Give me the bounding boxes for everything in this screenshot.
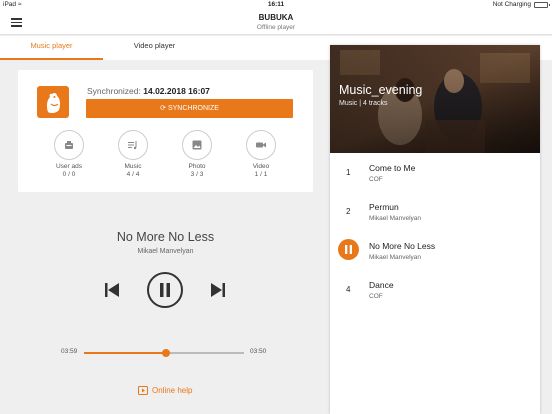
track-artist: Mikael Manvelyan bbox=[369, 254, 422, 261]
stat-label: Music bbox=[124, 163, 142, 170]
playlist-subtitle: Music | 4 tracks bbox=[339, 100, 388, 107]
app-logo bbox=[37, 86, 69, 118]
music-list-icon bbox=[128, 141, 137, 150]
app-subtitle: Offline player bbox=[256, 24, 296, 31]
now-playing-title: No More No Less bbox=[116, 230, 215, 244]
pause-icon bbox=[160, 283, 170, 297]
track-playing-indicator bbox=[338, 239, 359, 260]
charging-status: Not Charging bbox=[492, 1, 531, 8]
tab-music-player[interactable]: Music player bbox=[0, 36, 103, 60]
track-artist: COF bbox=[369, 176, 383, 183]
stat-count: 0 / 0 bbox=[62, 171, 76, 178]
elapsed-time: 03:59 bbox=[61, 348, 78, 355]
track-number: 2 bbox=[346, 207, 351, 216]
track-row[interactable]: 1 Come to Me COF bbox=[330, 153, 540, 191]
track-number: 4 bbox=[346, 285, 351, 294]
battery-icon bbox=[534, 1, 550, 8]
playlist-cover-image bbox=[330, 45, 540, 153]
user-ads-icon bbox=[65, 141, 73, 149]
sync-stats: User ads 0 / 0 Music 4 / 4 Photo 3 / 3 V… bbox=[18, 130, 313, 190]
stat-music[interactable]: Music 4 / 4 bbox=[108, 130, 158, 179]
playlist-title: Music_evening bbox=[339, 83, 423, 97]
track-artist: Mikael Manvelyan bbox=[369, 215, 422, 222]
track-title: Dance bbox=[369, 280, 394, 290]
refresh-icon: ⟳ bbox=[160, 105, 166, 112]
app-header: BUBUKA Offline player bbox=[0, 10, 552, 35]
video-camera-icon bbox=[256, 142, 266, 148]
stat-label: Photo bbox=[188, 163, 206, 170]
now-playing-artist: Mikael Manvelyan bbox=[137, 248, 194, 255]
sync-status: Synchronized: 14.02.2018 16:07 bbox=[87, 86, 210, 96]
stat-video[interactable]: Video 1 / 1 bbox=[236, 130, 286, 179]
sync-label: Synchronized: bbox=[87, 86, 141, 96]
pause-icon bbox=[345, 245, 352, 254]
sync-datetime: 14.02.2018 16:07 bbox=[143, 86, 210, 96]
app-title: BUBUKA bbox=[258, 13, 294, 22]
online-help-link[interactable]: Online help bbox=[138, 386, 192, 395]
track-row-playing[interactable]: No More No Less Mikael Manvelyan bbox=[330, 231, 540, 269]
track-title: Permun bbox=[369, 202, 399, 212]
previous-track-icon[interactable] bbox=[104, 282, 120, 303]
stat-label: Video bbox=[252, 163, 270, 170]
track-row[interactable]: 4 Dance COF bbox=[330, 270, 540, 308]
stat-label: User ads bbox=[55, 163, 82, 170]
stat-count: 3 / 3 bbox=[190, 171, 204, 178]
seek-progress bbox=[84, 352, 166, 354]
seek-bar[interactable] bbox=[84, 349, 244, 357]
stat-count: 1 / 1 bbox=[254, 171, 268, 178]
stat-photo[interactable]: Photo 3 / 3 bbox=[172, 130, 222, 179]
track-artist: COF bbox=[369, 293, 383, 300]
photo-icon bbox=[192, 140, 202, 150]
tab-video-player[interactable]: Video player bbox=[103, 36, 206, 60]
track-title: Come to Me bbox=[369, 163, 416, 173]
next-track-icon[interactable] bbox=[210, 282, 226, 303]
synchronize-label: SYNCHRONIZE bbox=[167, 105, 219, 112]
seek-handle[interactable] bbox=[161, 349, 170, 357]
status-time: 16:11 bbox=[267, 1, 285, 8]
status-bar: iPad ≈ 16:11 Not Charging bbox=[0, 0, 552, 10]
play-box-icon bbox=[138, 386, 148, 395]
stat-count: 4 / 4 bbox=[126, 171, 140, 178]
track-title: No More No Less bbox=[369, 241, 436, 251]
track-row[interactable]: 2 Permun Mikael Manvelyan bbox=[330, 192, 540, 230]
synchronize-button[interactable]: ⟳ SYNCHRONIZE bbox=[86, 99, 293, 118]
status-right: Not Charging bbox=[492, 1, 550, 8]
pause-button[interactable] bbox=[147, 272, 183, 308]
stat-user-ads[interactable]: User ads 0 / 0 bbox=[44, 130, 94, 179]
track-number: 1 bbox=[346, 168, 351, 177]
remaining-time: 03:50 bbox=[250, 348, 267, 355]
playlist-cover: Music_evening Music | 4 tracks bbox=[330, 45, 540, 153]
sync-card: Synchronized: 14.02.2018 16:07 ⟳ SYNCHRO… bbox=[18, 70, 313, 192]
online-help-label: Online help bbox=[152, 386, 193, 395]
playlist-panel: Music_evening Music | 4 tracks 1 Come to… bbox=[330, 45, 540, 414]
